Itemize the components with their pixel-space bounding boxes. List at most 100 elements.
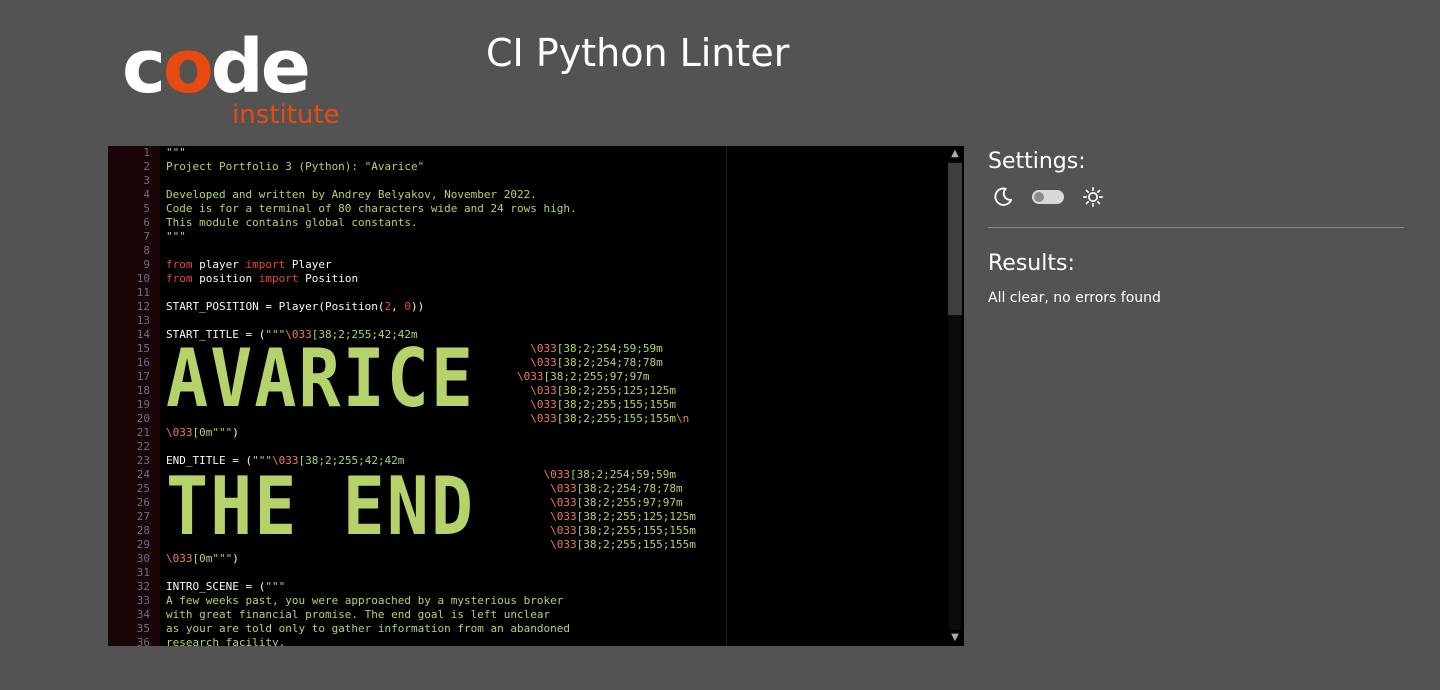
line-number: 16	[136, 356, 150, 369]
line-number: 15	[136, 342, 150, 355]
scroll-down-icon[interactable]: ▼	[949, 632, 961, 644]
code-token: from	[166, 258, 193, 271]
code-token: \033	[530, 384, 557, 397]
code-token: \033	[550, 496, 577, 509]
code-token: \033	[550, 510, 577, 523]
code-line[interactable]: \033[0m""")	[166, 426, 239, 440]
code-line[interactable]: research facility.	[166, 636, 285, 646]
settings-heading: Settings:	[988, 149, 1086, 174]
line-number: 33	[136, 594, 150, 607]
logo-letter: o	[162, 24, 214, 110]
line-number: 12	[136, 300, 150, 313]
ascii-art-avarice: AVARICE	[166, 331, 476, 426]
results-message: All clear, no errors found	[988, 290, 1161, 306]
line-number: 17	[136, 370, 150, 383]
code-institute-logo: code institute	[122, 30, 362, 130]
code-line[interactable]: from position import Position	[166, 272, 358, 286]
code-token: )	[232, 552, 239, 565]
code-line[interactable]: from player import Player	[166, 258, 332, 272]
code-token: import	[258, 272, 299, 285]
code-token: START_POSITION = Player(Position(	[166, 300, 385, 313]
code-token: [38;2;255;155;155m	[556, 398, 676, 411]
code-token: Project Portfolio 3 (Python): "Avarice"	[166, 160, 425, 173]
code-token: from	[166, 272, 193, 285]
code-token: player	[192, 258, 246, 271]
ascii-art-the-end: THE END	[166, 459, 476, 554]
line-number: 30	[136, 552, 150, 565]
code-token: [38;2;255;125;125m	[576, 510, 696, 523]
code-line[interactable]: START_POSITION = Player(Position(2, 0))	[166, 300, 424, 314]
code-token: \033	[530, 342, 557, 355]
code-token: A few weeks past, you were approached by…	[166, 594, 564, 607]
code-token: [38;2;254;78;78m	[556, 356, 663, 369]
code-token: [0m"""	[192, 552, 233, 565]
line-number: 3	[143, 174, 150, 187]
code-line[interactable]: INTRO_SCENE = ("""	[166, 580, 285, 594]
code-token: position	[192, 272, 259, 285]
line-number: 26	[136, 496, 150, 509]
line-number: 22	[136, 440, 150, 453]
line-number: 25	[136, 482, 150, 495]
code-line[interactable]: This module contains global constants.	[166, 216, 418, 230]
code-token: Player	[285, 258, 332, 271]
code-token: [38;2;255;97;97m	[576, 496, 683, 509]
code-token: )	[232, 426, 239, 439]
line-number: 23	[136, 454, 150, 467]
code-token: [38;2;255;155;155m	[556, 412, 676, 425]
code-line[interactable]: Project Portfolio 3 (Python): "Avarice"	[166, 160, 424, 174]
code-line[interactable]: """	[166, 230, 186, 244]
code-token: \033	[517, 370, 544, 383]
code-token: \n	[675, 412, 690, 425]
code-token: Developed and written by Andrey Belyakov…	[166, 188, 537, 201]
code-token: ))	[411, 300, 425, 313]
line-number: 19	[136, 398, 150, 411]
sun-icon	[1083, 187, 1103, 207]
scroll-up-icon[interactable]: ▲	[949, 148, 961, 160]
line-number: 29	[136, 538, 150, 551]
code-line[interactable]: as your are told only to gather informat…	[166, 622, 570, 636]
code-token: \033	[166, 426, 193, 439]
code-line[interactable]: Code is for a terminal of 80 characters …	[166, 202, 577, 216]
code-token: [0m"""	[192, 426, 233, 439]
code-token: [38;2;254;59;59m	[556, 342, 663, 355]
line-number: 6	[143, 216, 150, 229]
code-token: import	[245, 258, 286, 271]
code-token: \033	[550, 538, 577, 551]
logo-letter: d	[210, 24, 264, 110]
code-token: \033	[550, 482, 577, 495]
code-editor[interactable]: 1 2 3 4 5 6 7 8 9 10 11 12 13 14 15 16 17 18 19 20 21 22 23 24 2…	[108, 146, 964, 646]
line-number: 1	[143, 146, 150, 159]
theme-toggle[interactable]	[1032, 190, 1064, 204]
line-number: 32	[136, 580, 150, 593]
line-number: 4	[143, 188, 150, 201]
line-number: 8	[143, 244, 150, 257]
line-number: 11	[136, 286, 150, 299]
code-line[interactable]: A few weeks past, you were approached by…	[166, 594, 563, 608]
code-token: \033	[530, 356, 557, 369]
code-token: \033	[550, 524, 577, 537]
code-token: This module contains global constants.	[166, 216, 418, 229]
editor-scrollbar[interactable]: ▲ ▼	[946, 146, 964, 646]
code-token: \033	[543, 468, 571, 481]
code-token: with great financial promise. The end go…	[166, 608, 551, 621]
scrollbar-thumb[interactable]	[948, 163, 962, 315]
line-number-gutter: 1 2 3 4 5 6 7 8 9 10 11 12 13 14 15 16 17 18 19 20 21 22 23 24 2…	[108, 146, 160, 646]
line-number: 2	[143, 160, 150, 173]
code-token: [38;2;255;155;155m	[576, 524, 696, 537]
code-token: as your are told only to gather informat…	[166, 622, 570, 635]
line-number: 20	[136, 412, 150, 425]
code-token: \033	[530, 398, 557, 411]
code-token: [38;2;254;78;78m	[576, 482, 683, 495]
code-line[interactable]: with great financial promise. The end go…	[166, 608, 550, 622]
code-token: """	[166, 230, 186, 243]
code-token: INTRO_SCENE = (	[166, 580, 266, 593]
code-line[interactable]: """	[166, 146, 186, 160]
code-line[interactable]: Developed and written by Andrey Belyakov…	[166, 188, 537, 202]
logo-letter: c	[122, 24, 166, 110]
code-token: """	[166, 146, 186, 159]
code-line[interactable]: \033[0m""")	[166, 552, 239, 566]
code-token: \033	[166, 552, 193, 565]
line-number: 10	[136, 272, 150, 285]
line-number: 13	[136, 314, 150, 327]
logo-subtitle: institute	[232, 100, 340, 130]
